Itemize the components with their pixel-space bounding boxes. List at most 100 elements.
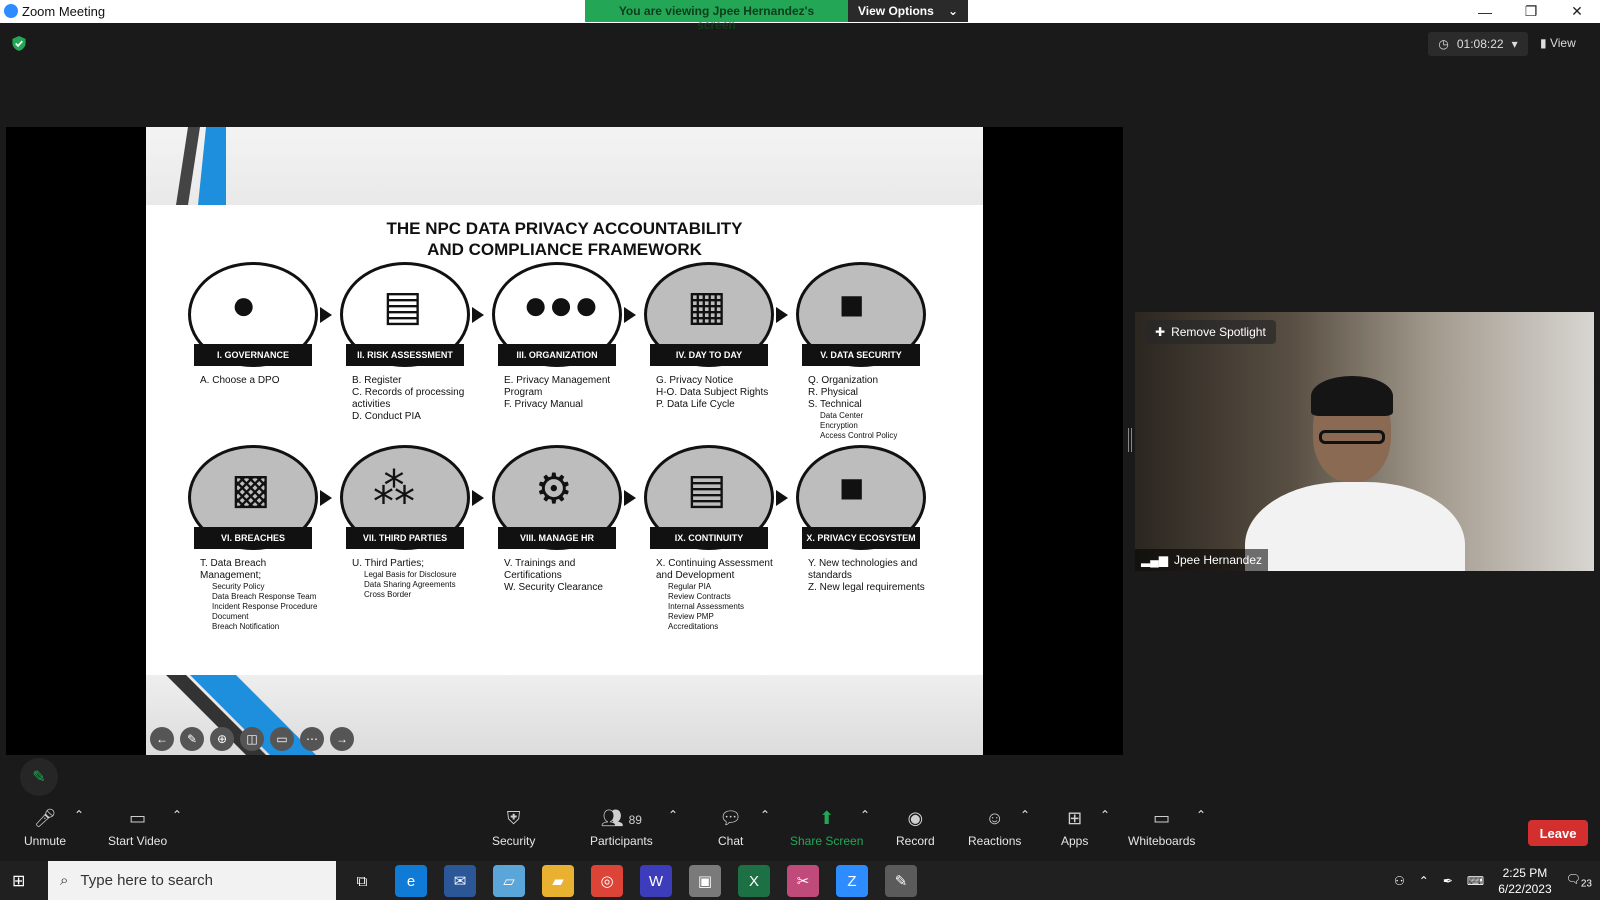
pencil-icon: ✎ — [32, 769, 46, 786]
meeting-timer[interactable]: ◷ 01:08:22 ▾ — [1428, 32, 1528, 56]
stage-subitem: Data Breach Response Team — [212, 592, 317, 601]
participants-icon: 👥︎ 89 — [600, 808, 642, 828]
chrome-icon[interactable]: ◎ — [591, 865, 623, 897]
people-icon[interactable]: ⚇ — [1394, 874, 1405, 888]
excel-icon[interactable]: X — [738, 865, 770, 897]
stage-banner: IV. DAY TO DAY — [650, 344, 768, 366]
smiley-icon: ☺ — [985, 808, 1004, 828]
arrow-icon — [776, 307, 788, 323]
zoom-taskbar-icon[interactable]: Z — [836, 865, 868, 897]
view-button[interactable]: ▮ View — [1540, 36, 1576, 50]
stage-banner: V. DATA SECURITY — [802, 344, 920, 366]
photo-app-icon[interactable]: ▣ — [689, 865, 721, 897]
chat-options-caret[interactable]: ⌃ — [760, 808, 770, 822]
video-icon[interactable]: ▭ — [270, 727, 294, 751]
stage-subitem: Regular PIA — [668, 582, 712, 591]
stage-item: A. Choose a DPO — [200, 375, 280, 386]
captions-icon[interactable]: ◫ — [240, 727, 264, 751]
notifications-icon[interactable]: 🗨︎23 — [1566, 872, 1592, 889]
remove-spotlight-button[interactable]: ✚ Remove Spotlight — [1145, 320, 1276, 344]
clock-date: 6/22/2023 — [1498, 881, 1552, 896]
video-options-caret[interactable]: ⌃ — [172, 808, 182, 822]
view-options-button[interactable]: View Options ⌄ — [848, 0, 968, 22]
apps-button[interactable]: ⊞ Apps — [1061, 808, 1088, 848]
slide-footer-band: ← ✎ ⊕ ◫ ▭ ⋯ → — [146, 675, 983, 755]
timer-value: 01:08:22 — [1456, 37, 1504, 51]
view-options-label: View Options — [858, 4, 934, 18]
pen-workspace-icon[interactable]: ✒ — [1443, 874, 1453, 888]
stage-subitem: Breach Notification — [212, 622, 280, 631]
leave-button[interactable]: Leave — [1528, 820, 1588, 846]
panel-resize-handle[interactable] — [1128, 428, 1132, 452]
webex-icon[interactable]: W — [640, 865, 672, 897]
restore-button[interactable]: ❐ — [1508, 0, 1554, 23]
participants-options-caret[interactable]: ⌃ — [668, 808, 678, 822]
whiteboards-options-caret[interactable]: ⌃ — [1196, 808, 1206, 822]
task-view-icon[interactable]: ⧉ — [346, 865, 378, 897]
file-icon[interactable]: ▱ — [493, 865, 525, 897]
chat-button[interactable]: 💬︎ Chat — [718, 808, 743, 848]
stage-organization: ●●● III. ORGANIZATION E. Privacy Managem… — [488, 262, 636, 411]
previous-slide-icon[interactable]: ← — [150, 727, 174, 751]
participant-count: 89 — [628, 813, 642, 827]
minimize-button[interactable]: — — [1462, 0, 1508, 23]
edge-browser-icon[interactable]: e — [395, 865, 427, 897]
slide-title-line2: AND COMPLIANCE FRAMEWORK — [427, 240, 702, 259]
arrow-icon — [624, 307, 636, 323]
encryption-shield-icon[interactable] — [12, 36, 26, 51]
zoom-slide-icon[interactable]: ⊕ — [210, 727, 234, 751]
snipping-tool-icon[interactable]: ✂ — [787, 865, 819, 897]
stage-governance: ● I. GOVERNANCE A. Choose a DPO — [184, 262, 332, 387]
more-options-icon[interactable]: ⋯ — [300, 727, 324, 751]
chevron-up-icon[interactable]: ⌃ — [1419, 874, 1429, 888]
stage-item: T. Data Breach Management; — [200, 558, 267, 581]
reactions-button[interactable]: ☺ Reactions — [968, 808, 1021, 848]
stage-manage-hr: ⚙ VIII. MANAGE HR V. Trainings and Certi… — [488, 445, 636, 594]
apps-label: Apps — [1061, 834, 1089, 848]
slide-stripe-decoration — [176, 127, 241, 205]
share-screen-button[interactable]: ⬆ Share Screen — [790, 808, 863, 848]
whiteboards-button[interactable]: ▭ Whiteboards — [1128, 808, 1195, 848]
record-button[interactable]: ◉ Record — [896, 808, 935, 848]
stage-day-to-day: ▦ IV. DAY TO DAY G. Privacy Notice H-O. … — [640, 262, 788, 411]
slide-title-line1: THE NPC DATA PRIVACY ACCOUNTABILITY — [386, 219, 743, 238]
video-off-icon: ▭ — [129, 808, 147, 828]
windows-start-icon[interactable]: ⊞ — [12, 871, 32, 891]
close-button[interactable]: ✕ — [1554, 0, 1600, 23]
keyboard-icon[interactable]: ⌨ — [1467, 874, 1484, 888]
signal-strength-icon: ▂▄▆ — [1141, 553, 1168, 567]
annotate-button[interactable]: ✎ — [20, 758, 58, 796]
record-icon: ◉ — [907, 808, 924, 828]
security-label: Security — [492, 834, 536, 848]
stage-subitem: Encryption — [820, 421, 858, 430]
record-label: Record — [896, 834, 935, 848]
audio-options-caret[interactable]: ⌃ — [74, 808, 84, 822]
next-slide-icon[interactable]: → — [330, 727, 354, 751]
keyhole-icon: ● — [231, 281, 257, 328]
security-button[interactable]: ⛨ Security — [492, 808, 535, 848]
system-clock[interactable]: 2:25 PM 6/22/2023 — [1498, 865, 1551, 897]
stage-item: W. Security Clearance — [504, 582, 603, 593]
stage-item: G. Privacy Notice — [656, 375, 734, 386]
paint-icon[interactable]: ✎ — [885, 865, 917, 897]
apps-options-caret[interactable]: ⌃ — [1100, 808, 1110, 822]
stage-banner: VI. BREACHES — [194, 527, 312, 549]
stage-subitem: Internal Assessments — [668, 602, 745, 611]
window-controls: — ❐ ✕ — [1462, 0, 1600, 23]
file-explorer-icon[interactable]: ▰ — [542, 865, 574, 897]
stage-subitem: Review PMP — [668, 612, 714, 621]
stage-item: E. Privacy Management Program — [504, 375, 611, 398]
share-options-caret[interactable]: ⌃ — [860, 808, 870, 822]
whiteboard-icon: ▭ — [1153, 808, 1171, 828]
stage-third-parties: ⁂ VII. THIRD PARTIES U. Third Parties; L… — [336, 445, 484, 600]
stage-item: V. Trainings and Certifications — [504, 558, 576, 581]
pen-icon[interactable]: ✎ — [180, 727, 204, 751]
participants-button[interactable]: 👥︎ 89 Participants — [590, 808, 653, 848]
unmute-button[interactable]: 🎤︎ Unmute — [24, 808, 66, 848]
participants-label: Participants — [590, 834, 653, 848]
reactions-options-caret[interactable]: ⌃ — [1020, 808, 1030, 822]
start-video-button[interactable]: ▭ Start Video — [108, 808, 167, 848]
chat-label: Chat — [718, 834, 744, 848]
taskbar-search[interactable]: ⌕ Type here to search — [48, 861, 336, 900]
outlook-icon[interactable]: ✉ — [444, 865, 476, 897]
